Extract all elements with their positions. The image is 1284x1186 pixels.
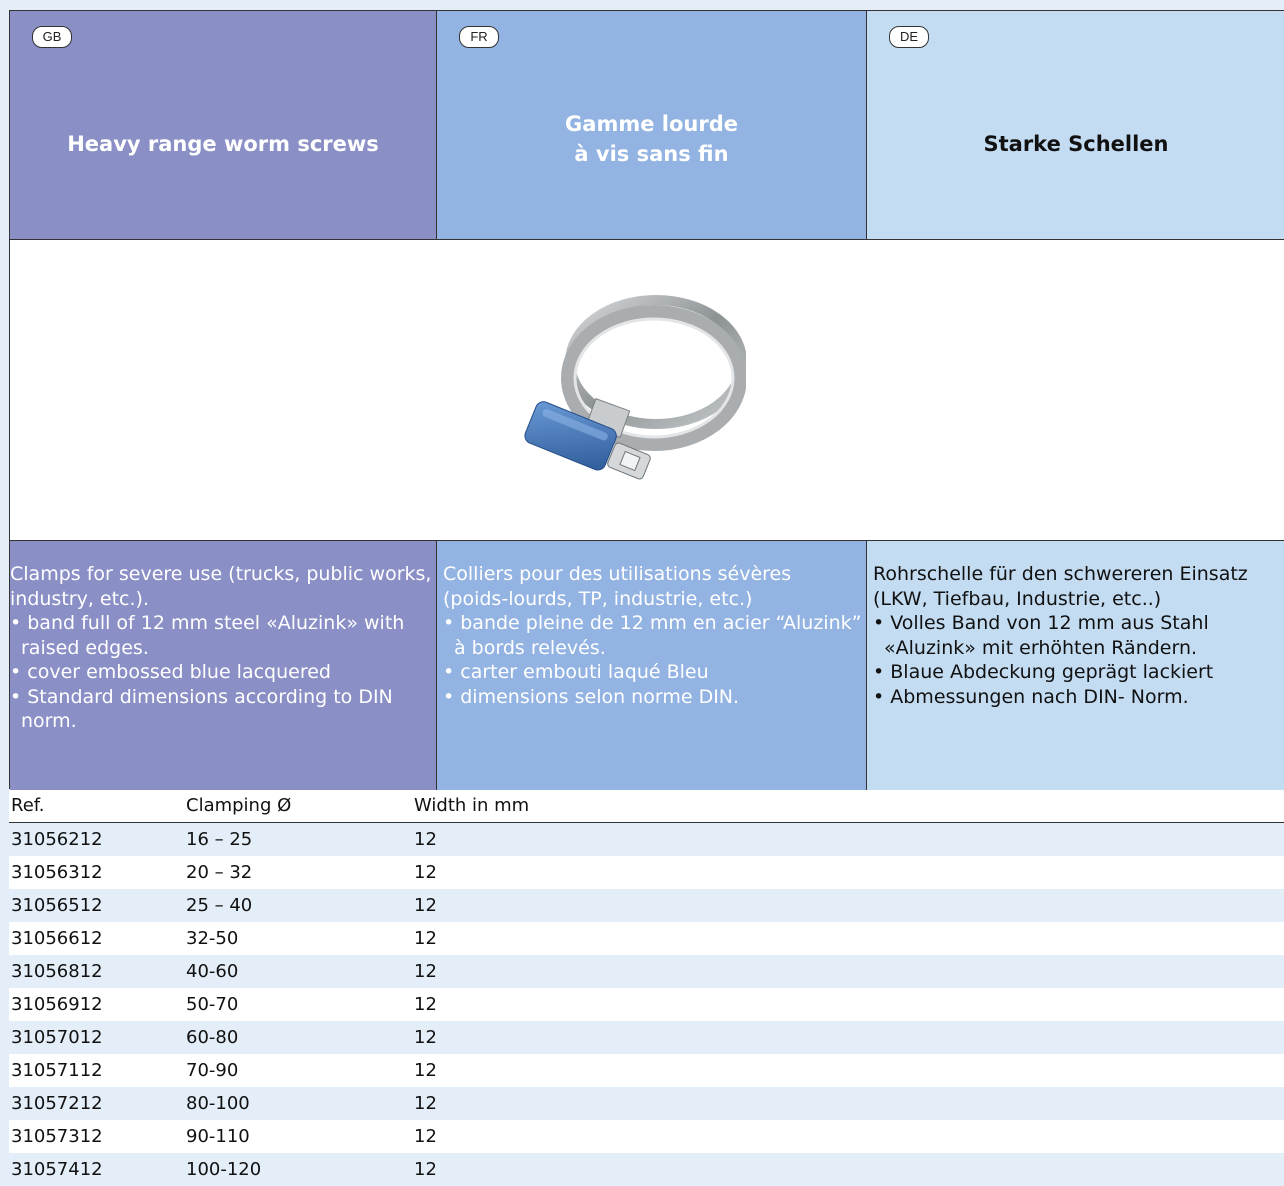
cell-width: 12: [414, 1159, 437, 1180]
cell-clamping: 32-50: [186, 928, 239, 949]
cell-clamping: 80-100: [186, 1093, 250, 1114]
cell-width: 12: [414, 961, 437, 982]
description-fr: Colliers pour des utilisations sévères (…: [437, 541, 867, 790]
cell-width: 12: [414, 1093, 437, 1114]
cell-clamping: 25 – 40: [186, 895, 253, 916]
cell-width: 12: [414, 1126, 437, 1147]
table-row: 31057112 70-90 12: [9, 1054, 1284, 1087]
language-badge-de: DE: [889, 26, 929, 48]
description-bullet: cover embossed blue lacquered: [10, 660, 432, 685]
description-bullet: carter embouti laqué Bleu: [443, 660, 862, 685]
cell-ref: 31056912: [11, 994, 103, 1015]
table-row: 31057212 80-100 12: [9, 1087, 1284, 1120]
description-bullet: Volles Band von 12 mm aus Stahl «Aluzink…: [873, 611, 1281, 660]
product-image-band: [10, 239, 1284, 541]
title-de: Starke Schellen: [867, 129, 1284, 159]
language-badge-gb: GB: [32, 26, 72, 48]
table-header-row: Ref. Clamping Ø Width in mm: [9, 789, 1284, 823]
title-line: Starke Schellen: [983, 132, 1169, 156]
cell-width: 12: [414, 928, 437, 949]
cell-clamping: 100-120: [186, 1159, 262, 1180]
cell-ref: 31057012: [11, 1027, 103, 1048]
table-row: 31057012 60-80 12: [9, 1021, 1284, 1054]
description-text: Colliers pour des utilisations sévères (…: [443, 562, 862, 709]
language-badge-fr: FR: [459, 26, 499, 48]
column-header-clamping: Clamping Ø: [186, 789, 414, 823]
table-row: 31056612 32-50 12: [9, 922, 1284, 955]
title-gb: Heavy range worm screws: [10, 129, 436, 159]
column-header-width: Width in mm: [414, 789, 1284, 823]
cell-width: 12: [414, 862, 437, 883]
title-line: Gamme lourde: [565, 112, 738, 136]
cell-ref: 31056612: [11, 928, 103, 949]
cell-ref: 31057112: [11, 1060, 103, 1081]
description-bullet: Blaue Abdeckung geprägt lackiert: [873, 660, 1281, 685]
cell-ref: 31056212: [11, 829, 103, 850]
cell-width: 12: [414, 895, 437, 916]
hose-clamp-image: [524, 295, 746, 480]
header-gb: GB Heavy range worm screws: [10, 11, 437, 239]
cell-clamping: 16 – 25: [186, 829, 253, 850]
table-row: 31056812 40-60 12: [9, 955, 1284, 988]
cell-clamping: 20 – 32: [186, 862, 253, 883]
cell-clamping: 90-110: [186, 1126, 250, 1147]
description-bullet: bande pleine de 12 mm en acier “Aluzink”…: [443, 611, 862, 660]
reference-table: Ref. Clamping Ø Width in mm 31056212 16 …: [9, 789, 1284, 1186]
description-gb: Clamps for severe use (trucks, public wo…: [10, 541, 437, 790]
cell-width: 12: [414, 1060, 437, 1081]
cell-width: 12: [414, 1027, 437, 1048]
description-text: Clamps for severe use (trucks, public wo…: [10, 562, 432, 734]
cell-clamping: 40-60: [186, 961, 239, 982]
description-intro: Clamps for severe use (trucks, public wo…: [10, 563, 432, 610]
table-row: 31056312 20 – 32 12: [9, 856, 1284, 889]
description-bullet: dimensions selon norme DIN.: [443, 685, 862, 710]
cell-ref: 31057412: [11, 1159, 103, 1180]
table-row: 31057312 90-110 12: [9, 1120, 1284, 1153]
product-header-grid: GB Heavy range worm screws FR Gamme lour…: [9, 10, 1284, 790]
title-fr: Gamme lourde à vis sans fin: [437, 109, 866, 169]
cell-width: 12: [414, 829, 437, 850]
description-intro: Rohrschelle für den schwereren Einsatz (…: [873, 563, 1248, 610]
header-fr: FR Gamme lourde à vis sans fin: [437, 11, 867, 239]
column-header-ref: Ref.: [9, 789, 186, 823]
cell-width: 12: [414, 994, 437, 1015]
cell-clamping: 60-80: [186, 1027, 239, 1048]
cell-ref: 31056812: [11, 961, 103, 982]
cell-ref: 31057312: [11, 1126, 103, 1147]
description-bullet: Standard dimensions according to DIN nor…: [10, 685, 432, 734]
table-row: 31056912 50-70 12: [9, 988, 1284, 1021]
description-text: Rohrschelle für den schwereren Einsatz (…: [873, 562, 1281, 709]
table-row: 31056212 16 – 25 12: [9, 822, 1284, 856]
description-de: Rohrschelle für den schwereren Einsatz (…: [867, 541, 1284, 790]
description-intro: Colliers pour des utilisations sévères (…: [443, 563, 792, 610]
cell-clamping: 70-90: [186, 1060, 239, 1081]
title-line: Heavy range worm screws: [67, 132, 379, 156]
table-row: 31057412 100-120 12: [9, 1153, 1284, 1186]
table-row: 31056512 25 – 40 12: [9, 889, 1284, 922]
cell-ref: 31056512: [11, 895, 103, 916]
product-sheet: GB Heavy range worm screws FR Gamme lour…: [9, 10, 1284, 1186]
header-de: DE Starke Schellen: [867, 11, 1284, 239]
cell-ref: 31056312: [11, 862, 103, 883]
cell-clamping: 50-70: [186, 994, 239, 1015]
description-bullet: band full of 12 mm steel «Aluzink» with …: [10, 611, 432, 660]
cell-ref: 31057212: [11, 1093, 103, 1114]
title-line: à vis sans fin: [574, 142, 729, 166]
description-bullet: Abmessungen nach DIN- Norm.: [873, 685, 1281, 710]
